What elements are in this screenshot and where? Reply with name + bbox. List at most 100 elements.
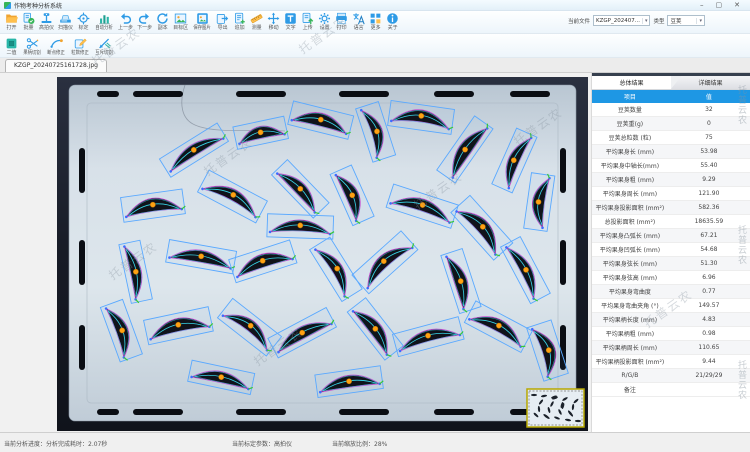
toolbar-batch-button[interactable]: 批量 xyxy=(20,12,37,31)
specimen-photo[interactable] xyxy=(57,77,588,431)
more-icon xyxy=(369,12,382,25)
result-tab-overall[interactable]: 总体结果 xyxy=(592,76,671,89)
result-item-label: 总投影面积 (mm²) xyxy=(592,215,668,229)
toolbar-item-label: 移动 xyxy=(269,25,279,31)
toolbar-about-button[interactable]: 关于 xyxy=(384,12,401,31)
toolbar-calibrate-button[interactable]: 标定 xyxy=(75,12,92,31)
result-item-value: 32 xyxy=(668,103,750,117)
toolbar-upload-button[interactable]: 上传 xyxy=(299,12,316,31)
toolbar-item-label: 打开 xyxy=(6,25,16,31)
toolbar-target-area-button[interactable]: 目标区 xyxy=(171,12,190,31)
toolbar-measure-button[interactable]: 测量 xyxy=(248,12,265,31)
edit-toolbar: 二值果柄切割断点修正粒数修正互斥切割 xyxy=(0,34,750,58)
main-toolbar: 打开 批量高拍仪扫描仪标定自动分析上一步下一步副本目标区保存图片导出 追加测量移动文… xyxy=(0,11,750,34)
pod-annotation[interactable] xyxy=(267,214,335,239)
maximize-button[interactable]: ▢ xyxy=(716,2,723,9)
current-file-select[interactable]: KZGP_202407... ▾ xyxy=(593,15,650,26)
toolbar-item-label: 批量 xyxy=(23,25,33,31)
result-item-value: 4.83 xyxy=(668,313,750,327)
grain-count-fix-icon xyxy=(74,37,87,50)
next-step-icon xyxy=(138,12,151,25)
toolbar-language-button[interactable]: 语言 xyxy=(350,12,367,31)
toolbar-text-button[interactable]: 文字 xyxy=(282,12,299,31)
toolbar-item-label: 自动分析 xyxy=(95,25,113,31)
toolbar-next-step-button[interactable]: 下一步 xyxy=(135,12,154,31)
result-row: 平均果柄长度 (mm)4.83 xyxy=(592,313,750,327)
result-row: 豆荚数量32 xyxy=(592,103,750,117)
result-item-value: 51.30 xyxy=(668,257,750,271)
result-row: 平均果身中轴长(mm)55.40 xyxy=(592,159,750,173)
scanner-icon xyxy=(59,12,72,25)
app-title: 作物考种分析系统 xyxy=(14,1,62,10)
results-header-value: 值 xyxy=(668,90,750,103)
toolbar-item-label: 导出 xyxy=(218,25,228,31)
toolbar-item-label: 追加 xyxy=(235,25,245,31)
toolbar-item-label: 粒数修正 xyxy=(71,50,89,56)
pod-center-marker xyxy=(298,223,303,228)
result-row: 平均果身弯曲夹角 (°)149.57 xyxy=(592,299,750,313)
toolbar-grain-count-fix-button[interactable]: 粒数修正 xyxy=(68,37,92,56)
result-item-label: 平均果身凸弧长 (mm) xyxy=(592,229,668,243)
toolbar-print-button[interactable]: 打印 xyxy=(333,12,350,31)
target-area-icon xyxy=(174,12,187,25)
result-item-label: 平均果身弦高 (mm) xyxy=(592,271,668,285)
toolbar-binarize-button[interactable]: 二值 xyxy=(3,37,20,56)
result-row: 平均果身粗 (mm)9.29 xyxy=(592,173,750,187)
file-selectors: 当前文件 KZGP_202407... ▾ 类型 豆荚 ▾ xyxy=(568,12,747,26)
result-row: 豆荚总粒数 (粒)75 xyxy=(592,131,750,145)
minimize-button[interactable]: – xyxy=(700,2,704,9)
toolbar-more-button[interactable]: 更多 xyxy=(367,12,384,31)
toolbar-export-button[interactable]: 导出 xyxy=(214,12,231,31)
toolbar-auto-analyze-button[interactable]: 自动分析 xyxy=(92,12,116,31)
result-item-label: 豆荚数量 xyxy=(592,103,668,117)
status-progress: 当前分析进度：分析完成 xyxy=(4,439,70,448)
toolbar-doc-camera-button[interactable]: 高拍仪 xyxy=(37,12,56,31)
result-row: 平均果柄投影面积 (mm²)9.44 xyxy=(592,355,750,369)
text-icon xyxy=(284,12,297,25)
toolbar-item-label: 互斥切割 xyxy=(95,50,113,56)
toolbar-duplicate-button[interactable]: 副本 xyxy=(154,12,171,31)
toolbar-mutex-cut-button[interactable]: 互斥切割 xyxy=(92,37,116,56)
toolbar-save-image-button[interactable]: 保存图片 xyxy=(190,12,214,31)
toolbar-breakpoint-fix-button[interactable]: 断点修正 xyxy=(44,37,68,56)
image-viewer[interactable] xyxy=(0,73,592,432)
toolbar-open-button[interactable]: 打开 xyxy=(3,12,20,31)
upload-icon xyxy=(301,12,314,25)
result-item-value: 55.40 xyxy=(668,159,750,173)
auto-analyze-icon xyxy=(98,12,111,25)
result-row: 平均果身凸弧长 (mm)67.21 xyxy=(592,229,750,243)
status-bar: 当前分析进度：分析完成 耗时：2.07秒 当前标定参数：高拍仪 当前缩放比例：2… xyxy=(0,432,750,452)
toolbar-scanner-button[interactable]: 扫描仪 xyxy=(56,12,75,31)
result-item-value: 9.29 xyxy=(668,173,750,187)
result-row: 平均果身弦长 (mm)51.30 xyxy=(592,257,750,271)
toolbar-move-button[interactable]: 移动 xyxy=(265,12,282,31)
result-tab-detail[interactable]: 详细结果 xyxy=(671,76,750,89)
toolbar-item-label: 下一步 xyxy=(137,25,152,31)
result-item-label: 平均果身弦长 (mm) xyxy=(592,257,668,271)
result-row: 平均果身周长 (mm)121.90 xyxy=(592,187,750,201)
result-row: 总投影面积 (mm²)18635.59 xyxy=(592,215,750,229)
result-item-label: 平均果柄周长 (mm) xyxy=(592,341,668,355)
result-row: 豆荚重(g)0 xyxy=(592,117,750,131)
document-tab[interactable]: KZGP_20240725161728.jpg xyxy=(5,59,107,72)
toolbar-settings-button[interactable]: 设置 xyxy=(316,12,333,31)
binarize-icon xyxy=(5,37,18,50)
toolbar-prev-step-button[interactable]: 上一步 xyxy=(116,12,135,31)
result-item-value: 0.98 xyxy=(668,327,750,341)
navigator-thumbnail[interactable] xyxy=(527,389,584,427)
about-icon xyxy=(386,12,399,25)
results-header-item: 项目 xyxy=(592,90,668,103)
document-tab-bar: KZGP_20240725161728.jpg xyxy=(0,58,750,73)
results-table: 项目 值 豆荚数量32豆荚重(g)0豆荚总粒数 (粒)75平均果身长 (mm)5… xyxy=(592,90,750,397)
result-row: 平均果身凹弧长 (mm)54.68 xyxy=(592,243,750,257)
toolbar-append-button[interactable]: 追加 xyxy=(231,12,248,31)
doc-camera-icon xyxy=(40,12,53,25)
move-icon xyxy=(267,12,280,25)
type-select[interactable]: 豆荚 ▾ xyxy=(667,15,705,26)
chevron-down-icon: ▾ xyxy=(696,18,702,24)
result-item-value: 149.57 xyxy=(668,299,750,313)
close-button[interactable]: ✕ xyxy=(734,2,740,9)
toolbar-stem-cut-button[interactable]: 果柄切割 xyxy=(20,37,44,56)
result-item-label: 平均果身中轴长(mm) xyxy=(592,159,668,173)
calibrate-icon xyxy=(77,12,90,25)
